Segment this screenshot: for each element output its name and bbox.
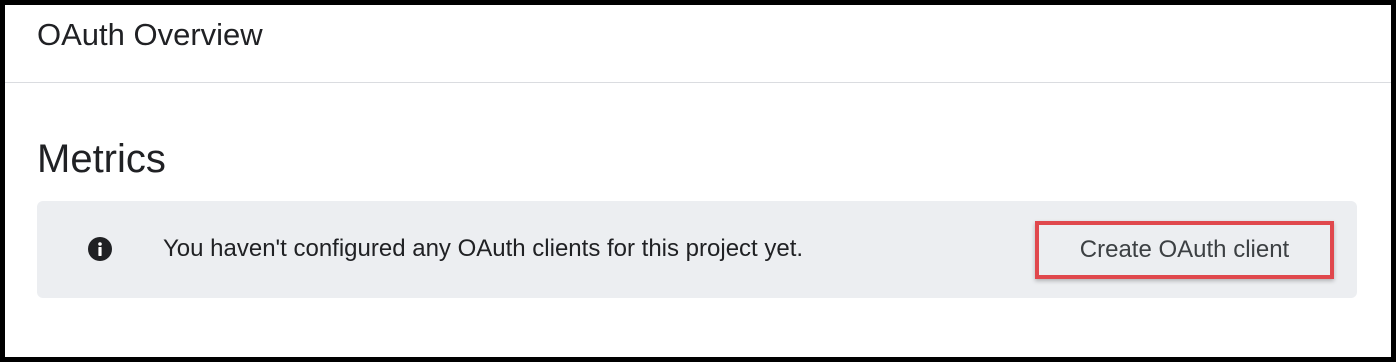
empty-state-banner: You haven't configured any OAuth clients… xyxy=(37,201,1357,298)
info-icon xyxy=(87,236,113,262)
page-header: OAuth Overview xyxy=(5,5,1391,83)
empty-state-message: You haven't configured any OAuth clients… xyxy=(163,235,804,262)
create-oauth-client-button[interactable]: Create OAuth client xyxy=(1039,225,1330,275)
app-frame: OAuth Overview Metrics You haven't confi… xyxy=(0,0,1396,362)
page-title: OAuth Overview xyxy=(37,17,263,52)
metrics-heading: Metrics xyxy=(37,137,166,181)
